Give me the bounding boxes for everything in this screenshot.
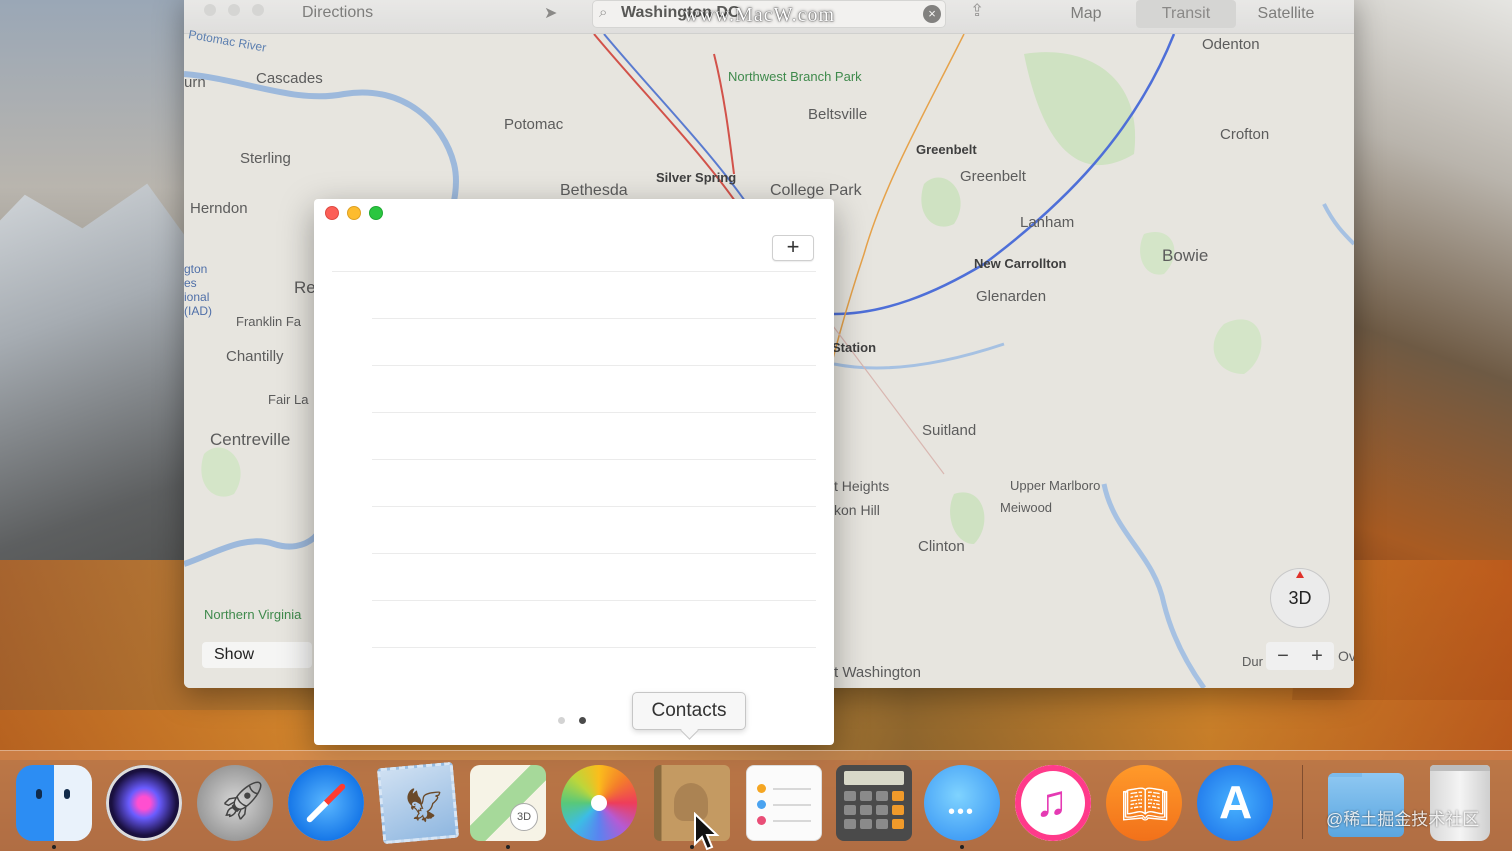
finder-icon[interactable]: [16, 765, 92, 841]
map-label: Suitland: [922, 422, 977, 439]
map-label: es: [184, 276, 197, 290]
window-controls: [325, 206, 383, 220]
messages-icon[interactable]: •••: [924, 765, 1000, 841]
dock-separator: [1302, 765, 1303, 839]
contacts-window[interactable]: +: [314, 199, 834, 745]
map-label: Odenton: [1202, 36, 1260, 53]
share-icon[interactable]: ⇪: [970, 1, 984, 21]
map-label: Lanham: [1020, 214, 1075, 231]
map-label: Dur: [1242, 654, 1263, 669]
maps-icon[interactable]: 3D: [470, 765, 546, 841]
park-label: Northern Virginia: [204, 607, 302, 622]
maps-minimize-button[interactable]: [228, 4, 240, 16]
map-label: kon Hill: [834, 502, 880, 518]
current-location-icon[interactable]: ➤: [544, 3, 564, 23]
itunes-icon[interactable]: ♫: [1015, 765, 1091, 841]
list-divider: [372, 600, 816, 601]
fullscreen-button[interactable]: [369, 206, 383, 220]
tab-satellite[interactable]: Satellite: [1236, 0, 1336, 28]
map-label: Glenarden: [976, 288, 1047, 305]
map-label: Greenbelt: [960, 168, 1026, 185]
map-label: urn: [184, 74, 206, 91]
search-icon: ⌕: [599, 4, 608, 21]
directions-button[interactable]: Directions: [284, 1, 391, 25]
map-label: Meiwood: [1000, 500, 1053, 515]
map-label: Upper Marlboro: [1010, 478, 1101, 493]
map-label: Greenbelt: [916, 142, 977, 157]
zoom-control: − +: [1266, 642, 1334, 670]
safari-icon[interactable]: [288, 765, 364, 841]
ibooks-icon[interactable]: 📖︎: [1106, 765, 1182, 841]
tab-map[interactable]: Map: [1036, 0, 1136, 28]
dock: 🚀︎ 🦅︎ 3D ••• ♫ 📖︎ A: [0, 750, 1512, 851]
map-label: New Carrollton: [974, 256, 1067, 271]
siri-icon[interactable]: [106, 765, 182, 841]
mail-icon[interactable]: 🦅︎: [376, 761, 460, 845]
page-indicator: [558, 717, 586, 724]
close-button[interactable]: [325, 206, 339, 220]
dock-tooltip: Contacts: [632, 692, 746, 730]
photos-icon[interactable]: [561, 765, 637, 841]
map-label: t Washington: [834, 664, 921, 681]
list-divider: [372, 553, 816, 554]
tab-transit[interactable]: Transit: [1136, 0, 1236, 28]
page-dot-1[interactable]: [558, 717, 565, 724]
launchpad-icon[interactable]: 🚀︎: [197, 765, 273, 841]
view-mode-segmented-control: Map Transit Satellite: [1036, 0, 1336, 28]
zoom-out-button[interactable]: −: [1266, 642, 1300, 670]
map-label: Potomac: [504, 116, 564, 133]
map-label: Herndon: [190, 200, 248, 217]
reminders-icon[interactable]: [746, 765, 822, 841]
list-divider: [372, 412, 816, 413]
add-contact-button[interactable]: +: [772, 235, 814, 261]
map-label: Ov: [1338, 648, 1354, 664]
map-label: Re: [294, 278, 316, 297]
compass-label: 3D: [1288, 588, 1312, 608]
maps-zoom-button[interactable]: [252, 4, 264, 16]
calculator-icon[interactable]: [836, 765, 912, 841]
list-divider: [372, 365, 816, 366]
map-label: College Park: [770, 182, 862, 199]
map-label: Sterling: [240, 150, 291, 167]
running-indicator: [506, 845, 510, 849]
map-label: Franklin Fa: [236, 314, 302, 329]
footer-watermark: @稀土掘金技术社区: [1326, 810, 1480, 829]
clear-search-icon[interactable]: ×: [923, 5, 941, 23]
page-dot-2[interactable]: [579, 717, 586, 724]
running-indicator: [960, 845, 964, 849]
compass-north-icon: [1296, 571, 1304, 578]
park-label: Northwest Branch Park: [728, 69, 862, 84]
list-divider: [372, 647, 816, 648]
map-label: gton: [184, 262, 208, 276]
app-store-icon[interactable]: A: [1197, 765, 1273, 841]
map-label: Chantilly: [226, 348, 284, 365]
map-label: Fair La: [268, 392, 309, 407]
map-label: ional: [184, 290, 210, 304]
map-label: Bowie: [1162, 246, 1209, 265]
show-button[interactable]: Show: [202, 642, 312, 668]
map-label: (IAD): [184, 304, 212, 318]
running-indicator: [52, 845, 56, 849]
map-label: Beltsville: [808, 106, 868, 123]
list-divider: [372, 318, 816, 319]
map-label: Centreville: [210, 430, 291, 449]
list-divider: [372, 506, 816, 507]
watermark-text: www.MacW.com: [684, 4, 836, 26]
maps-close-button[interactable]: [204, 4, 216, 16]
minimize-button[interactable]: [347, 206, 361, 220]
map-label: Clinton: [918, 538, 965, 555]
compass-3d-button[interactable]: 3D: [1270, 568, 1330, 628]
map-label: t Heights: [834, 478, 890, 494]
map-label: Cascades: [256, 70, 323, 87]
list-divider: [372, 459, 816, 460]
map-label: Bethesda: [560, 182, 628, 199]
map-label: Station: [832, 340, 877, 355]
map-label: Silver Spring: [656, 170, 737, 185]
list-divider: [332, 271, 816, 272]
map-label: Crofton: [1220, 126, 1270, 143]
zoom-in-button[interactable]: +: [1300, 642, 1334, 670]
